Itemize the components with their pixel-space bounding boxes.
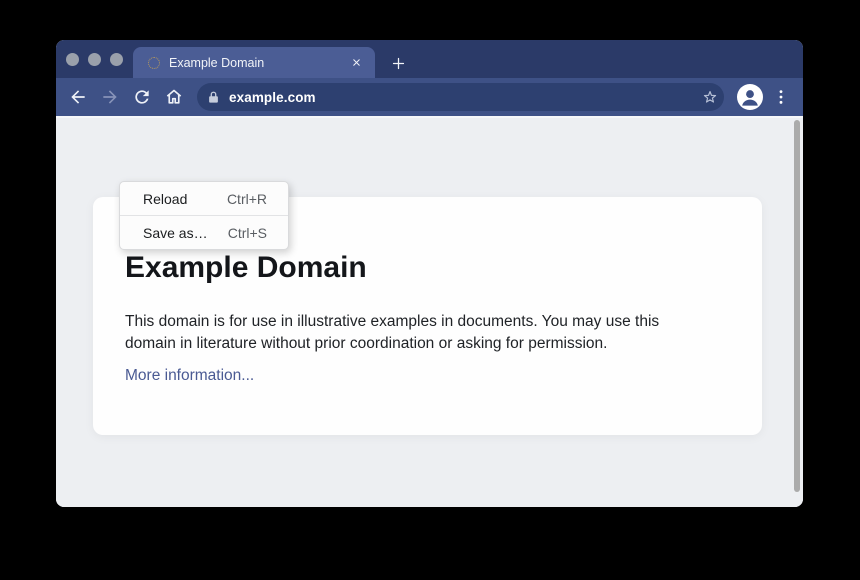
vertical-scrollbar[interactable] bbox=[794, 120, 800, 492]
back-icon[interactable] bbox=[68, 87, 88, 107]
menu-item-label: Reload bbox=[143, 191, 187, 207]
tab-close-icon[interactable] bbox=[347, 54, 365, 72]
menu-item-shortcut: Ctrl+R bbox=[227, 191, 267, 207]
browser-window: Example Domain bbox=[56, 40, 803, 507]
browser-menu-icon[interactable] bbox=[771, 87, 791, 107]
lock-icon[interactable] bbox=[206, 90, 221, 105]
profile-avatar-icon[interactable] bbox=[737, 84, 763, 110]
reload-icon[interactable] bbox=[132, 87, 152, 107]
window-close-button[interactable] bbox=[66, 53, 79, 66]
context-menu: Reload Ctrl+R Save as… Ctrl+S bbox=[119, 181, 289, 250]
page-body: This domain is for use in illustrative e… bbox=[125, 311, 659, 354]
viewport-top-highlight bbox=[56, 116, 803, 118]
page-title: Example Domain bbox=[125, 250, 367, 286]
menu-item-label: Save as… bbox=[143, 225, 208, 241]
bookmark-star-icon[interactable] bbox=[701, 88, 719, 106]
context-menu-item-reload[interactable]: Reload Ctrl+R bbox=[120, 182, 288, 215]
tab-example-domain[interactable]: Example Domain bbox=[133, 47, 375, 78]
forward-icon[interactable] bbox=[100, 87, 120, 107]
url-text: example.com bbox=[229, 90, 316, 105]
window-minimize-button[interactable] bbox=[88, 53, 101, 66]
new-tab-button[interactable] bbox=[387, 52, 409, 74]
desktop-canvas: Example Domain bbox=[0, 0, 860, 580]
title-bar: Example Domain bbox=[56, 40, 803, 78]
address-bar[interactable]: example.com bbox=[197, 83, 724, 111]
tab-title: Example Domain bbox=[169, 56, 347, 70]
window-zoom-button[interactable] bbox=[110, 53, 123, 66]
page-viewport: Example Domain This domain is for use in… bbox=[56, 116, 803, 507]
favicon-globe-icon bbox=[148, 57, 160, 69]
home-icon[interactable] bbox=[164, 87, 184, 107]
context-menu-item-save-as[interactable]: Save as… Ctrl+S bbox=[120, 216, 288, 249]
page-body-line: This domain is for use in illustrative e… bbox=[125, 311, 659, 333]
browser-toolbar: example.com bbox=[56, 78, 803, 116]
more-information-link[interactable]: More information... bbox=[125, 367, 254, 385]
menu-item-shortcut: Ctrl+S bbox=[228, 225, 267, 241]
page-body-line: domain in literature without prior coord… bbox=[125, 333, 659, 355]
